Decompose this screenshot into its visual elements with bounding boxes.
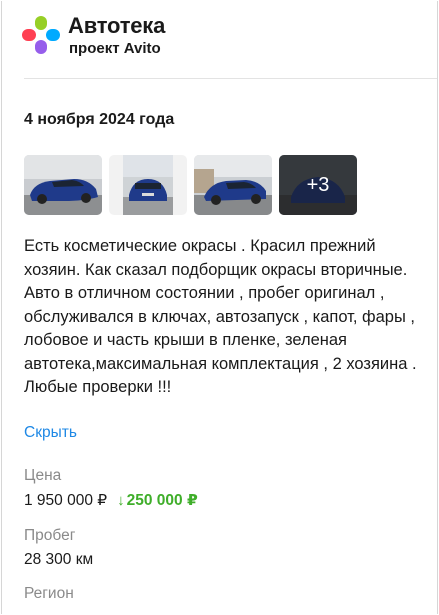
photo-thumbnail-3[interactable] — [194, 155, 272, 215]
hide-description-link[interactable]: Скрыть — [24, 424, 77, 442]
arrow-down-icon: ↓ — [117, 492, 125, 509]
photo-thumbnail-more[interactable]: +3 — [279, 155, 357, 215]
report-screen: Автотека проект Avito 4 ноября 2024 года — [1, 1, 438, 614]
price-row: 1 950 000 ₽ ↓ 250 000 ₽ — [24, 491, 198, 510]
mileage-label: Пробег — [24, 527, 76, 544]
app-subtitle: проект Avito — [69, 40, 161, 57]
price-drop: ↓ 250 000 ₽ — [117, 491, 198, 510]
photo-gallery: +3 — [24, 155, 357, 215]
price-drop-value: 250 000 ₽ — [126, 492, 198, 509]
mileage-value: 28 300 км — [24, 551, 94, 568]
app-header: Автотека проект Avito — [2, 1, 437, 79]
app-title: Автотека — [68, 13, 166, 38]
photo-thumbnail-1[interactable] — [24, 155, 102, 215]
price-value: 1 950 000 ₽ — [24, 492, 108, 509]
seller-description: Есть косметические окрасы . Красил прежн… — [24, 237, 417, 396]
report-date: 4 ноября 2024 года — [24, 111, 175, 128]
photo-thumbnail-2[interactable] — [109, 155, 187, 215]
more-photos-count: +3 — [279, 155, 357, 215]
avtoteka-logo-icon — [22, 16, 60, 54]
region-label: Регион — [24, 585, 74, 602]
price-label: Цена — [24, 467, 62, 484]
header-divider — [24, 78, 437, 79]
